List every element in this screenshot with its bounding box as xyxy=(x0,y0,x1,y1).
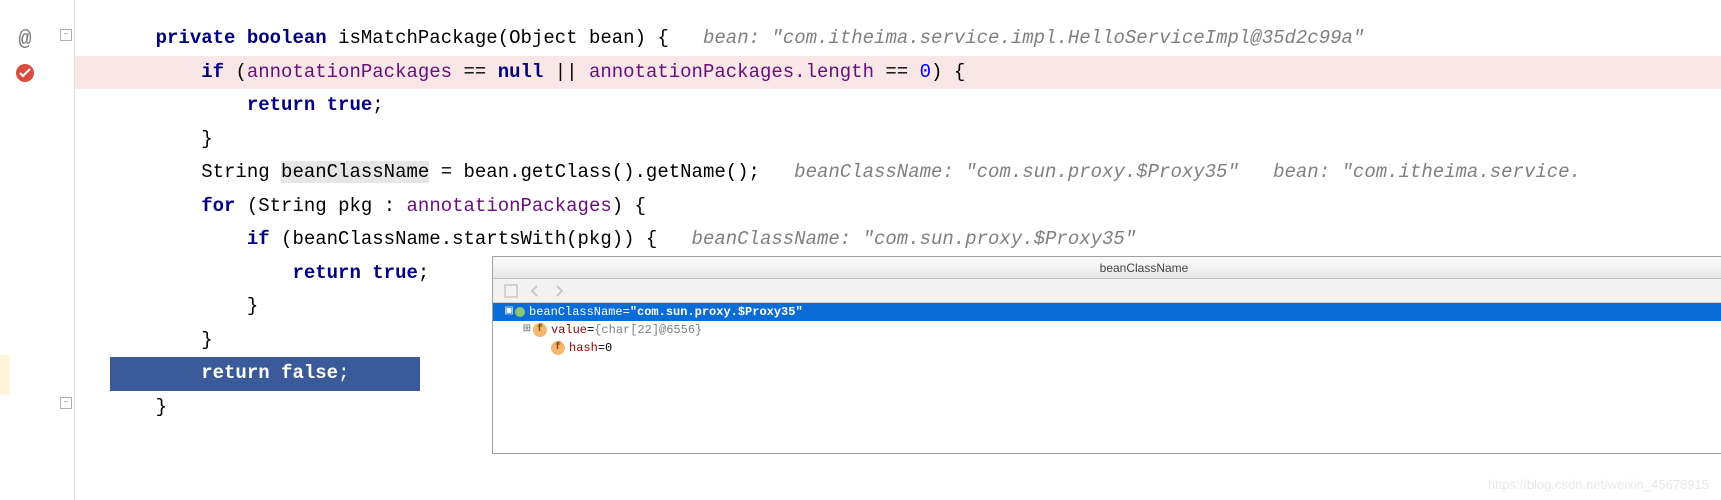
variable: beanClassName xyxy=(281,161,429,183)
hint-label: bean: xyxy=(1273,161,1330,183)
var-value: 0 xyxy=(605,339,612,357)
punct: ) { xyxy=(635,27,669,49)
inline-hint: beanClassName: "com.sun.proxy.$Proxy35" … xyxy=(794,161,1581,183)
arrow-left-icon[interactable] xyxy=(527,283,543,299)
keyword: null xyxy=(498,61,544,83)
fold-marker-icon[interactable]: − xyxy=(60,29,72,41)
hint-value: "com.itheima.service. xyxy=(1342,161,1581,183)
field: annotationPackages xyxy=(407,195,612,217)
annotation-at-icon[interactable]: @ xyxy=(14,28,36,50)
inline-hint: beanClassName: "com.sun.proxy.$Proxy35" xyxy=(692,228,1137,250)
punct: ) { xyxy=(612,195,646,217)
keyword: true xyxy=(372,262,418,284)
field-icon: f xyxy=(533,323,547,337)
keyword: private xyxy=(156,27,236,49)
keyword: false xyxy=(281,362,338,384)
set-value-icon[interactable] xyxy=(503,283,519,299)
debug-popup-title: beanClassName xyxy=(493,257,1721,279)
brace: } xyxy=(247,295,258,317)
arrow-right-icon[interactable] xyxy=(551,283,567,299)
operator: == xyxy=(885,61,908,83)
code-line[interactable]: return true; xyxy=(75,89,1721,123)
operator: == xyxy=(463,61,486,83)
type: String xyxy=(258,195,326,217)
keyword: if xyxy=(247,228,270,250)
method-name: isMatchPackage xyxy=(338,27,498,49)
code-line[interactable]: String beanClassName = bean.getClass().g… xyxy=(75,156,1721,190)
breakpoint-check-icon[interactable] xyxy=(14,62,36,84)
eq: = xyxy=(623,303,630,321)
keyword: return xyxy=(201,362,269,384)
expander-minus-icon[interactable]: ▣ xyxy=(503,303,515,321)
execution-line-marker xyxy=(0,355,10,395)
punct: ( xyxy=(235,61,246,83)
code-line[interactable]: if (annotationPackages == null || annota… xyxy=(75,56,1721,90)
var-name: value xyxy=(551,321,587,339)
operator: || xyxy=(555,61,578,83)
variable: pkg xyxy=(338,195,372,217)
brace: } xyxy=(201,329,212,351)
type: String xyxy=(201,161,269,183)
variable: beanClassName xyxy=(292,228,440,250)
tree-row[interactable]: ⊞ f value = {char[22]@6556} xyxy=(493,321,1721,339)
code-line[interactable]: private boolean isMatchPackage(Object be… xyxy=(75,22,1721,56)
hint-label: beanClassName: xyxy=(794,161,954,183)
eq: = xyxy=(598,339,605,357)
hint-value: "com.itheima.service.impl.HelloServiceIm… xyxy=(771,27,1364,49)
punct: ; xyxy=(418,262,429,284)
number: 0 xyxy=(920,61,931,83)
code-line[interactable]: for (String pkg : annotationPackages) { xyxy=(75,190,1721,224)
method-call: .startsWith(pkg)) { xyxy=(441,228,658,250)
keyword: for xyxy=(201,195,235,217)
expander-plus-icon[interactable]: ⊞ xyxy=(521,321,533,339)
brace: } xyxy=(156,396,167,418)
brace: } xyxy=(201,128,212,150)
field: .length xyxy=(794,61,874,83)
field: annotationPackages xyxy=(589,61,794,83)
field-icon: f xyxy=(551,341,565,355)
debug-tree[interactable]: ▣ beanClassName = "com.sun.proxy.$Proxy3… xyxy=(493,303,1721,453)
var-value: "com.sun.proxy.$Proxy35" xyxy=(630,303,803,321)
code-line[interactable]: } xyxy=(75,123,1721,157)
punct: ( xyxy=(498,27,509,49)
punct: ) { xyxy=(931,61,965,83)
var-name: hash xyxy=(569,339,598,357)
keyword: boolean xyxy=(247,27,327,49)
hint-label: beanClassName: xyxy=(692,228,852,250)
keyword: return xyxy=(247,94,315,116)
punct: ( xyxy=(281,228,292,250)
debug-toolbar xyxy=(493,279,1721,303)
param: bean xyxy=(589,27,635,49)
code-area[interactable]: private boolean isMatchPackage(Object be… xyxy=(75,0,1721,500)
keyword: true xyxy=(327,94,373,116)
code-line[interactable]: if (beanClassName.startsWith(pkg)) { bea… xyxy=(75,223,1721,257)
var-name: beanClassName xyxy=(529,303,623,321)
editor-container: @ − − private boolean isMatchPackage(Obj… xyxy=(0,0,1721,500)
keyword: if xyxy=(201,61,224,83)
tree-row[interactable]: f hash = 0 xyxy=(493,339,1721,357)
punct: ; xyxy=(372,94,383,116)
inline-hint: bean: "com.itheima.service.impl.HelloSer… xyxy=(703,27,1364,49)
expression: bean.getClass().getName(); xyxy=(464,161,760,183)
tree-row-root[interactable]: ▣ beanClassName = "com.sun.proxy.$Proxy3… xyxy=(493,303,1721,321)
hint-value: "com.sun.proxy.$Proxy35" xyxy=(965,161,1239,183)
type: Object xyxy=(509,27,577,49)
hint-value: "com.sun.proxy.$Proxy35" xyxy=(863,228,1137,250)
watermark: https://blog.csdn.net/weixin_45678915 xyxy=(1488,477,1709,492)
punct: ; xyxy=(338,362,349,384)
var-value: {char[22]@6556} xyxy=(594,321,702,339)
variable-icon xyxy=(515,307,525,317)
punct: ( xyxy=(247,195,258,217)
operator: = xyxy=(441,161,452,183)
fold-marker-icon[interactable]: − xyxy=(60,397,72,409)
hint-label: bean: xyxy=(703,27,760,49)
debug-variable-popup[interactable]: beanClassName ▣ beanClassName = "com.sun… xyxy=(492,256,1721,454)
field: annotationPackages xyxy=(247,61,452,83)
eq: = xyxy=(587,321,594,339)
keyword: return xyxy=(292,262,360,284)
punct: : xyxy=(384,195,395,217)
gutter: @ − − xyxy=(0,0,75,500)
